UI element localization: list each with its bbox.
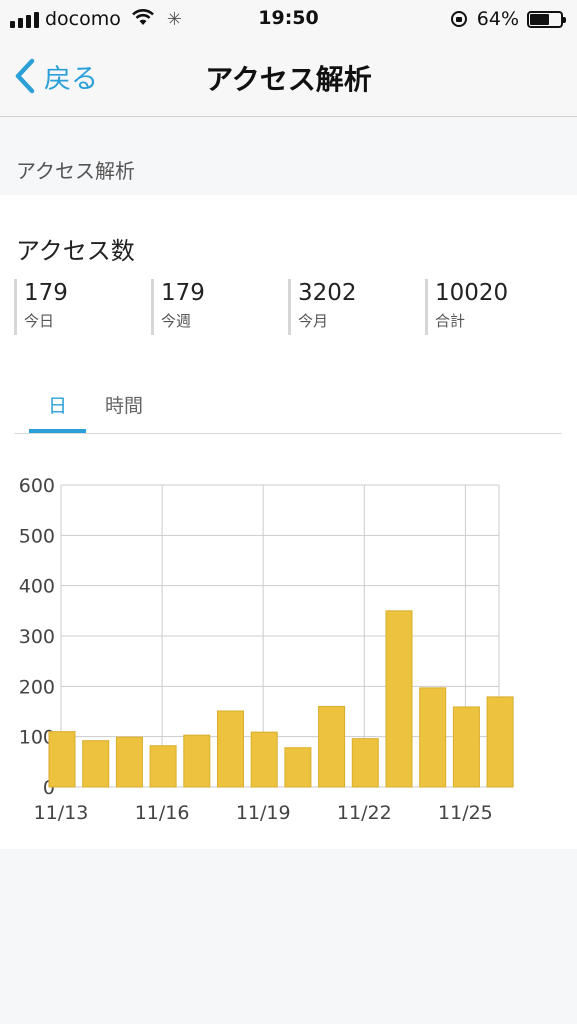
stat-value: 3202 — [298, 280, 357, 306]
stat-value: 179 — [161, 280, 205, 306]
bar-11-24 — [419, 687, 447, 788]
y-tick-label: 600 — [19, 475, 55, 497]
access-bar-chart: 010020030040050060011/13 11/16 11/19 11/22 1… — [19, 475, 514, 824]
bar-11-18 — [217, 710, 244, 788]
y-tick-label: 200 — [19, 676, 55, 698]
bar-11-23 — [385, 610, 413, 788]
battery-percent: 64% — [476, 8, 519, 30]
x-tick-label: 11/13 — [34, 802, 89, 824]
access-stats: 179 今日 179 今週 3202 今月 10020 合計 — [14, 279, 562, 335]
stat-label: 今月 — [298, 312, 329, 330]
access-count-title: アクセス数 — [16, 237, 135, 265]
access-chart: 0 100 200 300 400 500 600 11/13 11/16 11/19 11/22 1… — [0, 455, 577, 835]
y-tick-label: 400 — [19, 576, 55, 598]
access-card: アクセス数 179 今日 179 今週 3202 今月 10020 合計 日 時… — [0, 195, 577, 849]
stat-label: 合計 — [435, 312, 466, 330]
status-bar: docomo ✳ 19:50 64% — [0, 0, 577, 38]
battery-level — [530, 13, 550, 25]
bar-11-17 — [183, 734, 211, 788]
section-header-label: アクセス解析 — [16, 159, 135, 183]
stat-month: 3202 今月 — [288, 279, 425, 335]
status-right: 64% — [450, 7, 566, 31]
bar-11-20 — [284, 747, 312, 788]
stat-week: 179 今週 — [151, 279, 288, 335]
stat-value: 10020 — [435, 280, 509, 306]
x-tick-label: 11/19 — [236, 802, 291, 824]
bar-11-21 — [318, 705, 346, 788]
x-tick-label: 11/22 — [337, 802, 392, 824]
stat-label: 今日 — [24, 312, 55, 330]
bar-11-22 — [351, 738, 379, 788]
stat-label: 今週 — [161, 312, 192, 330]
navigation-bar: 戻る アクセス解析 — [0, 38, 577, 117]
bar-11-26 — [486, 696, 514, 788]
stat-today: 179 今日 — [14, 279, 151, 335]
bar-11-16 — [149, 745, 177, 788]
bar-11-13 — [48, 731, 76, 788]
section-header: アクセス解析 — [0, 141, 577, 195]
bar-11-19 — [250, 731, 278, 788]
bar-11-25 — [452, 706, 480, 788]
stat-value: 179 — [24, 280, 68, 306]
rotation-lock-icon — [450, 11, 467, 27]
bar-11-14 — [82, 740, 110, 788]
period-tabs: 日 時間 — [14, 387, 562, 434]
y-tick-label: 300 — [19, 626, 55, 648]
x-tick-label: 11/25 — [438, 802, 493, 824]
stat-total: 10020 合計 — [425, 279, 562, 335]
page-title: アクセス解析 — [205, 63, 372, 96]
y-tick-label: 500 — [19, 525, 55, 547]
tab-day[interactable]: 日 — [29, 391, 86, 433]
bar-11-15 — [115, 736, 143, 788]
x-tick-label: 11/16 — [135, 802, 190, 824]
battery-icon — [527, 10, 566, 28]
tab-hour[interactable]: 時間 — [94, 391, 154, 431]
